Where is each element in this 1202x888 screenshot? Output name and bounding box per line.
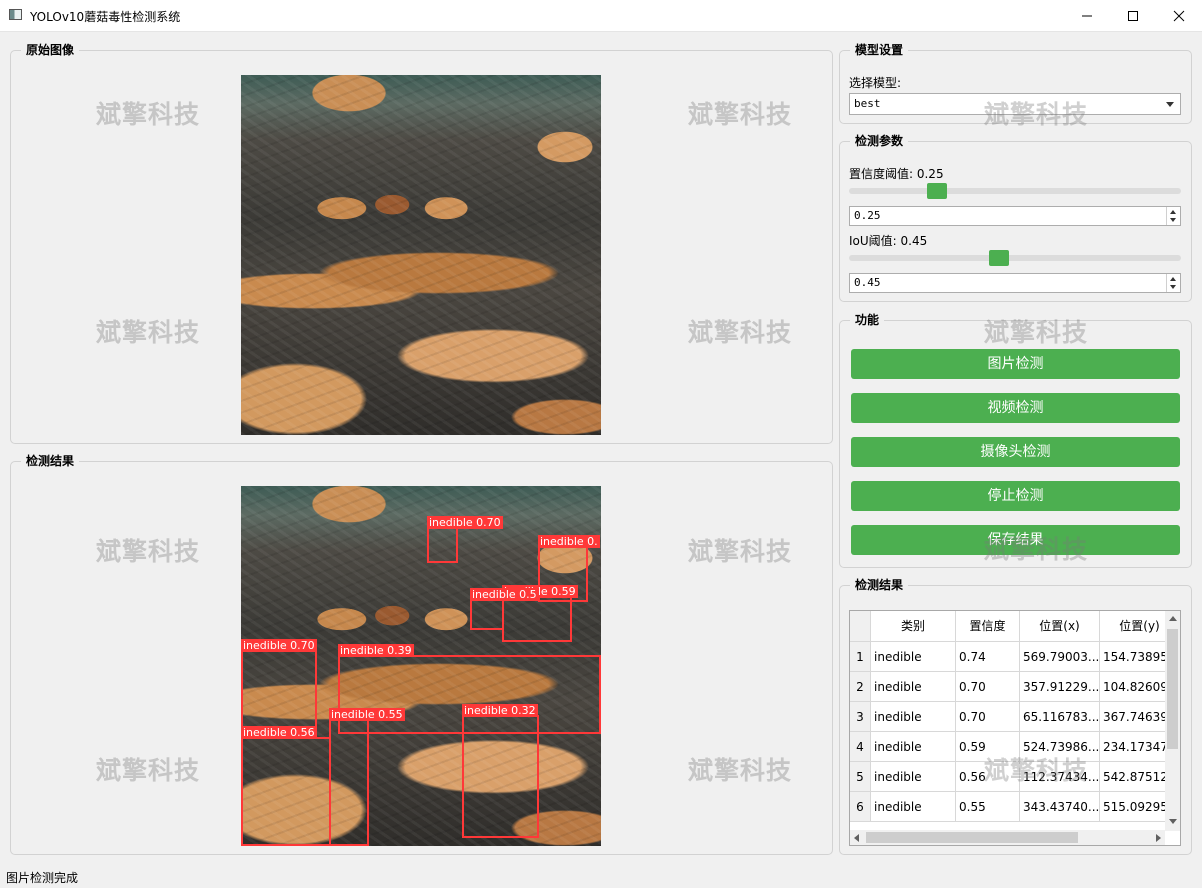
- confidence-slider[interactable]: [849, 188, 1181, 194]
- detection-box: inedible 0.5: [470, 588, 539, 630]
- row-header[interactable]: 4: [850, 732, 871, 762]
- arrow-up-icon: [1170, 277, 1176, 281]
- cell-class[interactable]: inedible: [871, 642, 956, 672]
- model-settings-title: 模型设置: [850, 41, 909, 59]
- detection-label: inedible 0.56: [241, 726, 317, 739]
- detection-box: inedible 0.32: [462, 704, 539, 838]
- arrow-down-icon: [1170, 285, 1176, 289]
- cell-class[interactable]: inedible: [871, 792, 956, 822]
- cell-x[interactable]: 65.116783...: [1020, 702, 1100, 732]
- detection-box: inedible 0.56: [241, 726, 331, 846]
- iou-slider[interactable]: [849, 255, 1181, 261]
- detection-label: inedible 0.70: [427, 516, 503, 529]
- status-text: 图片检测完成: [6, 871, 79, 885]
- row-header[interactable]: 5: [850, 762, 871, 792]
- cell-class[interactable]: inedible: [871, 732, 956, 762]
- iou-spinbox[interactable]: 0.45: [849, 273, 1181, 293]
- arrow-down-icon[interactable]: [1169, 819, 1177, 824]
- arrow-left-icon[interactable]: [854, 834, 859, 842]
- spinbox-buttons[interactable]: [1166, 274, 1180, 292]
- cell-confidence[interactable]: 0.70: [956, 702, 1020, 732]
- horizontal-scrollbar-thumb[interactable]: [866, 832, 1078, 843]
- confidence-threshold-label: 置信度阈值: 0.25: [849, 167, 944, 181]
- save-result-button[interactable]: 保存结果: [851, 525, 1180, 555]
- table-corner[interactable]: [850, 611, 871, 642]
- original-image-title: 原始图像: [21, 41, 80, 59]
- iou-threshold-label: IoU阈值: 0.45: [849, 234, 928, 248]
- row-header[interactable]: 3: [850, 702, 871, 732]
- app-icon: [9, 9, 22, 20]
- title-bar: YOLOv10蘑菇毒性检测系统: [0, 0, 1202, 32]
- vertical-scrollbar-thumb[interactable]: [1167, 629, 1178, 749]
- image-detect-button[interactable]: 图片检测: [851, 349, 1180, 379]
- cell-x[interactable]: 569.79003...: [1020, 642, 1100, 672]
- cell-x[interactable]: 524.73986...: [1020, 732, 1100, 762]
- close-icon: [1173, 10, 1185, 22]
- detection-label: inedible 0.5: [470, 588, 539, 601]
- detection-box: inedible 0.70: [427, 516, 503, 563]
- result-image-group: 检测结果 inedible 0.70 inedible 0. inedible …: [10, 452, 833, 855]
- cell-x[interactable]: 112.37434...: [1020, 762, 1100, 792]
- cell-confidence[interactable]: 0.56: [956, 762, 1020, 792]
- detection-label: inedible 0.32: [462, 704, 538, 717]
- row-header[interactable]: 2: [850, 672, 871, 702]
- functions-title: 功能: [850, 311, 885, 329]
- model-select-value: best: [854, 97, 881, 110]
- model-select[interactable]: best: [849, 93, 1181, 115]
- confidence-spinbox[interactable]: 0.25: [849, 206, 1181, 226]
- column-header-class[interactable]: 类别: [871, 611, 956, 642]
- arrow-up-icon: [1170, 210, 1176, 214]
- detection-params-title: 检测参数: [850, 132, 909, 150]
- iou-slider-handle[interactable]: [989, 250, 1010, 266]
- detection-box: inedible 0.55: [329, 708, 405, 846]
- chevron-down-icon: [1166, 102, 1174, 107]
- cell-class[interactable]: inedible: [871, 762, 956, 792]
- result-image-title: 检测结果: [21, 452, 80, 470]
- cell-confidence[interactable]: 0.70: [956, 672, 1020, 702]
- column-header-confidence[interactable]: 置信度: [956, 611, 1020, 642]
- cell-x[interactable]: 357.91229...: [1020, 672, 1100, 702]
- vertical-scrollbar[interactable]: [1165, 611, 1180, 831]
- minimize-button[interactable]: [1064, 0, 1110, 31]
- confidence-spinbox-value: 0.25: [854, 209, 881, 222]
- cell-confidence[interactable]: 0.59: [956, 732, 1020, 762]
- column-header-x[interactable]: 位置(x): [1020, 611, 1100, 642]
- model-select-label: 选择模型:: [849, 76, 902, 90]
- row-header[interactable]: 1: [850, 642, 871, 672]
- cell-confidence[interactable]: 0.74: [956, 642, 1020, 672]
- detection-label: inedible 0.: [538, 535, 600, 548]
- cell-confidence[interactable]: 0.55: [956, 792, 1020, 822]
- detection-box: inedible 0.70: [241, 639, 317, 728]
- detection-label: inedible 0.70: [241, 639, 317, 652]
- maximize-button[interactable]: [1110, 0, 1156, 31]
- original-image-group: 原始图像: [10, 41, 833, 444]
- close-button[interactable]: [1156, 0, 1202, 31]
- row-header[interactable]: 6: [850, 792, 871, 822]
- cell-x[interactable]: 343.43740...: [1020, 792, 1100, 822]
- cell-class[interactable]: inedible: [871, 702, 956, 732]
- camera-detect-button[interactable]: 摄像头检测: [851, 437, 1180, 467]
- detection-label: inedible 0.39: [338, 644, 414, 657]
- iou-spinbox-value: 0.45: [854, 276, 881, 289]
- stop-detect-button[interactable]: 停止检测: [851, 481, 1180, 511]
- horizontal-scrollbar[interactable]: [850, 830, 1165, 845]
- results-table-title: 检测结果: [850, 576, 909, 594]
- maximize-icon: [1128, 11, 1138, 21]
- original-image: [241, 75, 601, 435]
- arrow-right-icon[interactable]: [1156, 834, 1161, 842]
- video-detect-button[interactable]: 视频检测: [851, 393, 1180, 423]
- detection-box: inedible 0.59: [502, 585, 578, 642]
- cell-class[interactable]: inedible: [871, 672, 956, 702]
- detection-label: inedible 0.55: [329, 708, 405, 721]
- arrow-down-icon: [1170, 218, 1176, 222]
- confidence-slider-handle[interactable]: [927, 183, 947, 199]
- arrow-up-icon[interactable]: [1169, 616, 1177, 621]
- spinbox-buttons[interactable]: [1166, 207, 1180, 225]
- minimize-icon: [1082, 15, 1092, 17]
- result-image: inedible 0.70 inedible 0. inedible 0.59 …: [241, 486, 601, 846]
- window-title: YOLOv10蘑菇毒性检测系统: [30, 10, 181, 24]
- results-table[interactable]: 类别 置信度 位置(x) 位置(y) 1 inedible 0.74 569.7…: [849, 610, 1181, 846]
